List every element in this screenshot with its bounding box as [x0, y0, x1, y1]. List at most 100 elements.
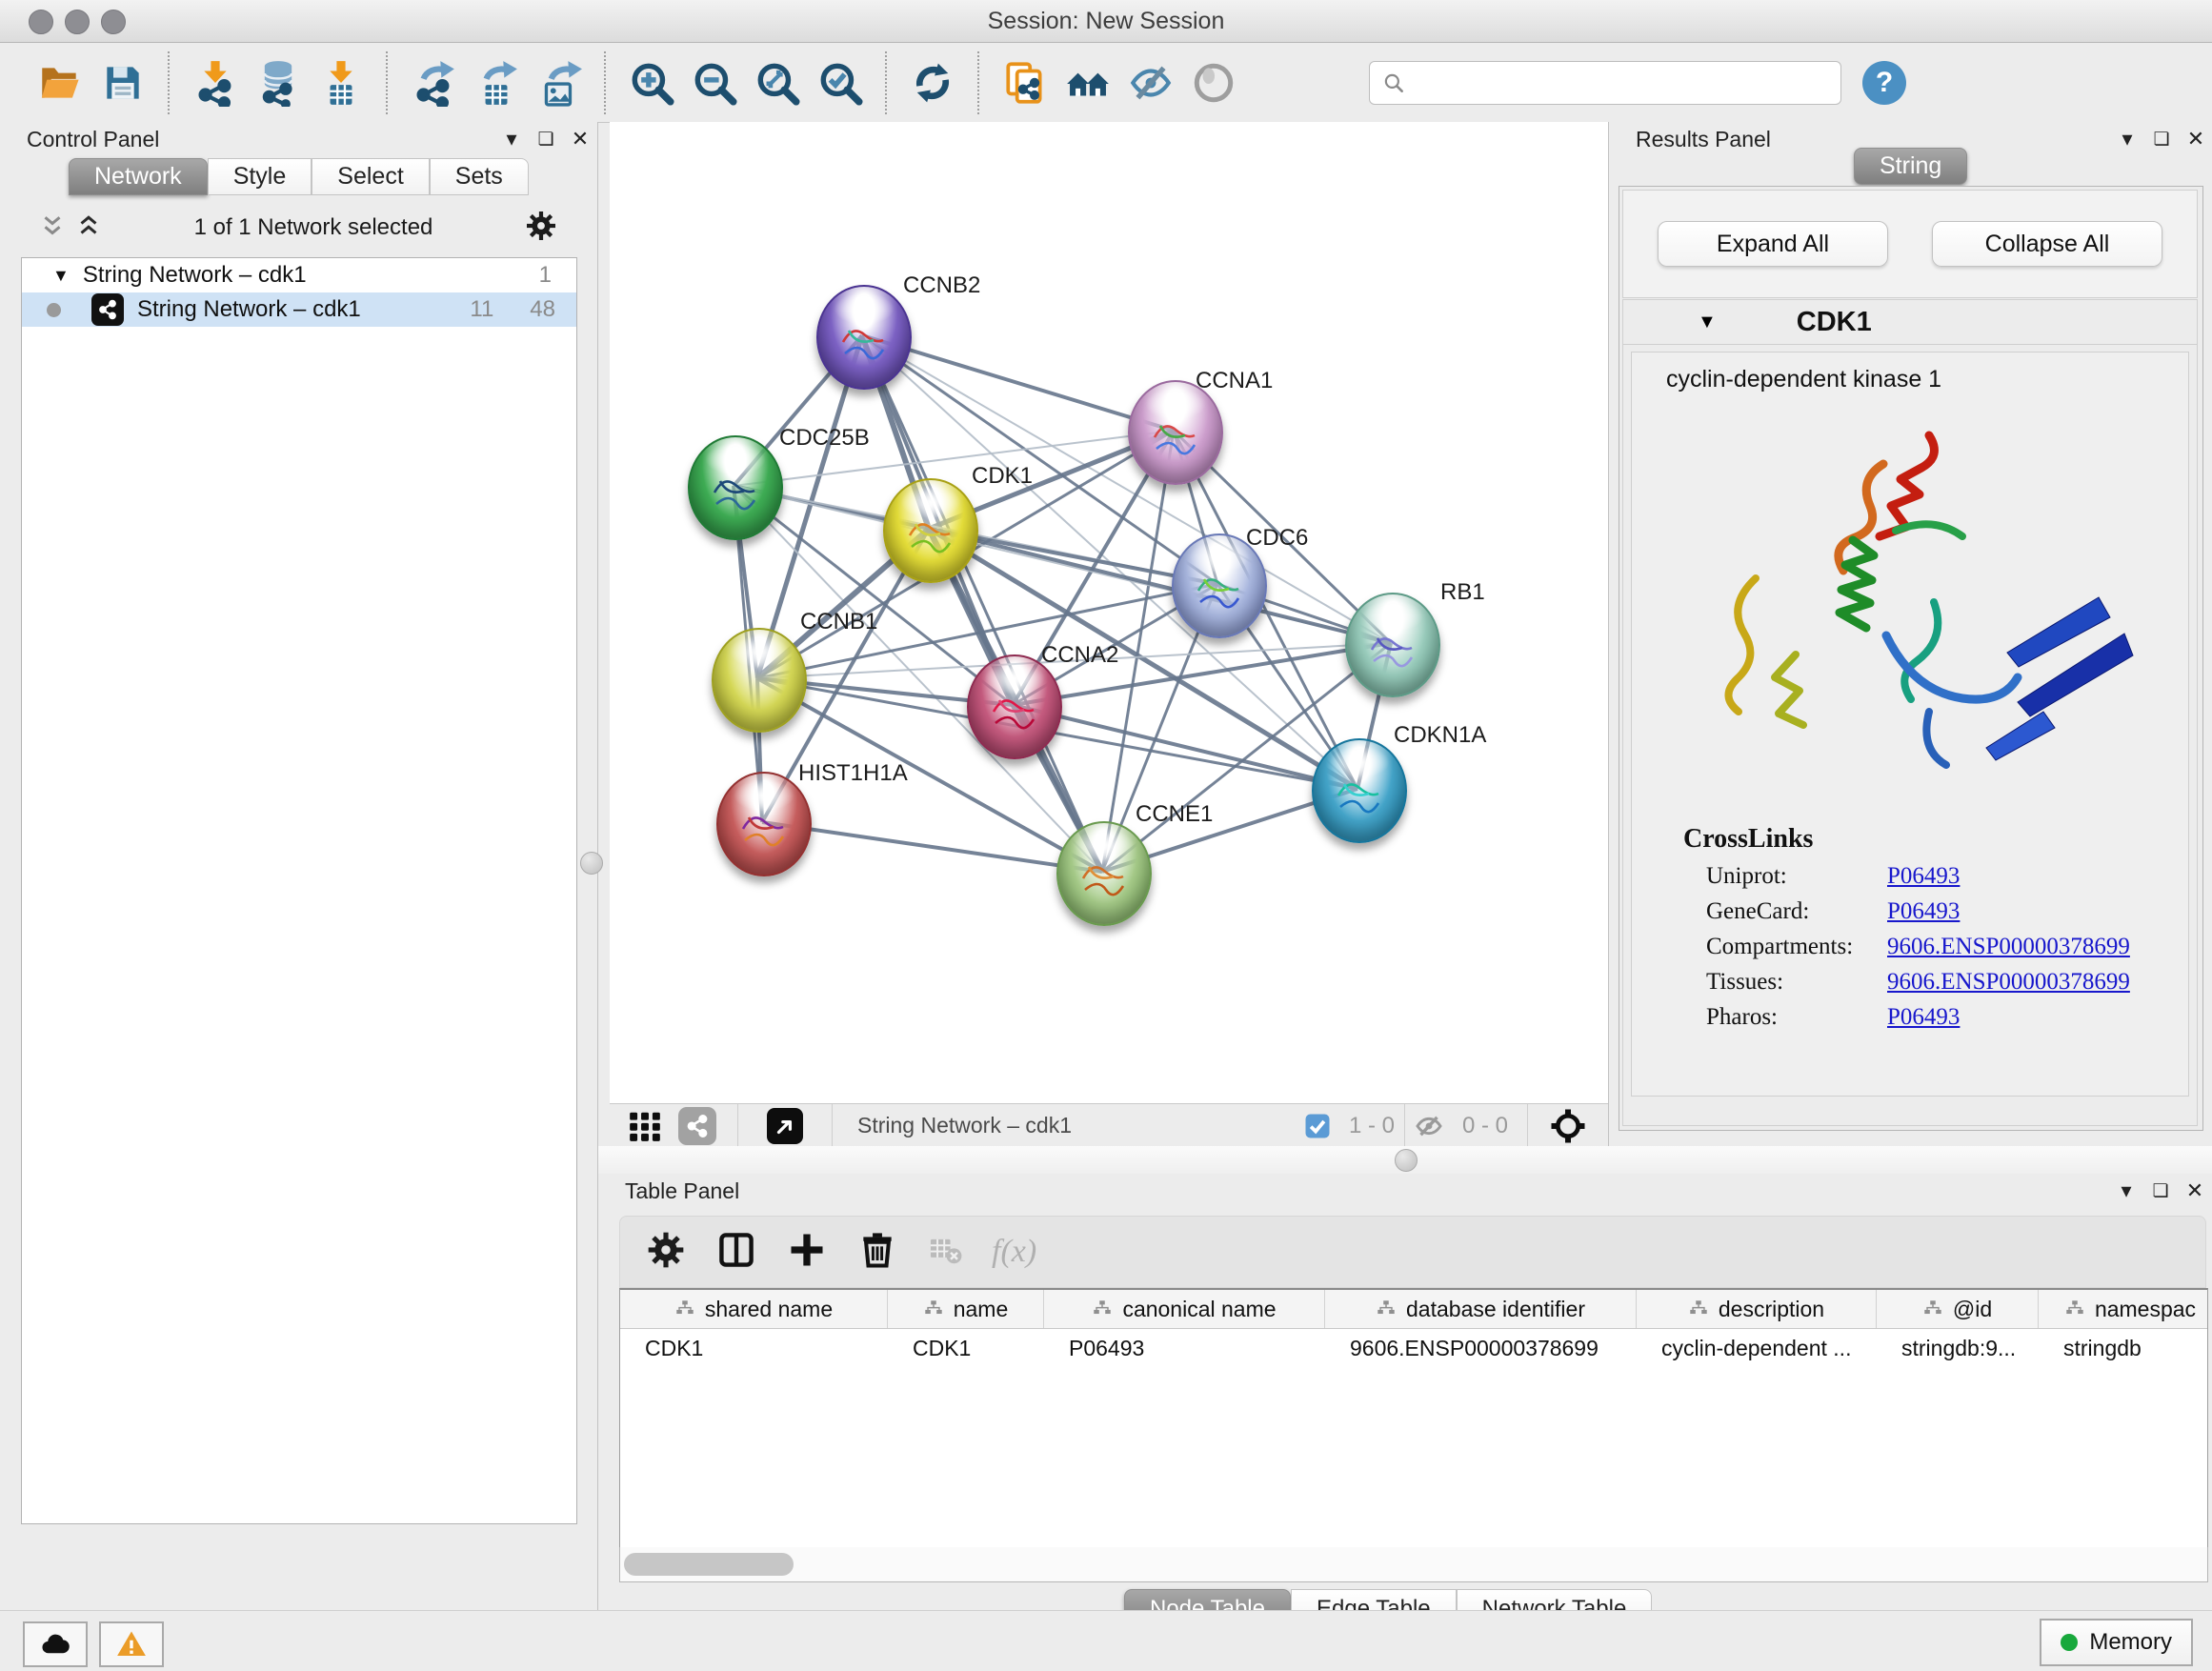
crosslink-link[interactable]: P06493	[1887, 898, 1960, 925]
gene-collapse-icon[interactable]: ▼	[1698, 312, 1717, 333]
gear-icon[interactable]	[524, 209, 558, 248]
network-edge[interactable]	[929, 529, 1391, 643]
column-header-namespac[interactable]: namespac	[2039, 1290, 2208, 1328]
export-image-icon[interactable]	[528, 52, 591, 113]
crosslink-link[interactable]: P06493	[1887, 863, 1960, 890]
network-edge[interactable]	[762, 822, 1102, 872]
zoom-in-icon[interactable]	[620, 52, 683, 113]
save-session-icon[interactable]	[91, 52, 154, 113]
panel-float-icon[interactable]: ❏	[2143, 1177, 2178, 1205]
add-column-icon[interactable]	[786, 1229, 828, 1276]
table-row[interactable]: CDK1CDK1P064939606.ENSP00000378699cyclin…	[620, 1329, 2207, 1367]
memory-button[interactable]: Memory	[2040, 1619, 2193, 1666]
show-columns-icon[interactable]	[715, 1229, 757, 1276]
network-node-ccna1[interactable]	[1128, 380, 1223, 485]
column-header-name[interactable]: name	[888, 1290, 1044, 1328]
network-list: ▼ String Network – cdk1 1 String Network…	[21, 257, 577, 1524]
network-node-cdkn1a[interactable]	[1312, 738, 1407, 843]
tab-string[interactable]: String	[1854, 148, 1967, 185]
column-header-canonical-name[interactable]: canonical name	[1044, 1290, 1325, 1328]
collapse-all-icon[interactable]	[38, 211, 67, 245]
network-node-ccnb2[interactable]	[816, 285, 912, 390]
string-results-container: Expand All Collapse All ▼ CDK1 cyclin-de…	[1619, 186, 2203, 1131]
collection-expand-icon[interactable]: ▼	[52, 266, 70, 286]
zoom-selected-icon[interactable]	[809, 52, 872, 113]
open-session-icon[interactable]	[29, 52, 91, 113]
hide-unhide-icon[interactable]	[1119, 52, 1182, 113]
panel-close-icon[interactable]: ✕	[2179, 125, 2212, 153]
refresh-icon[interactable]	[901, 52, 964, 113]
network-node-rb1[interactable]	[1345, 593, 1440, 697]
control-panel: Control Panel ▾ ❏ ✕ NetworkStyleSelectSe…	[0, 122, 598, 1610]
table-hscrollbar[interactable]	[619, 1547, 2208, 1582]
left-splitter-handle[interactable]	[580, 852, 603, 875]
search-input[interactable]	[1414, 65, 1840, 101]
network-node-ccnb1[interactable]	[712, 628, 807, 733]
hidden-eye-icon[interactable]	[1405, 1104, 1453, 1147]
toolbar-separator	[977, 51, 980, 114]
scrollbar-thumb[interactable]	[624, 1553, 794, 1576]
crosslink-row: Uniprot:P06493	[1706, 863, 2188, 890]
table-gear-icon[interactable]	[645, 1229, 687, 1276]
tab-select[interactable]: Select	[312, 158, 429, 195]
horizontal-splitter-handle[interactable]	[1395, 1149, 1418, 1172]
import-table-icon[interactable]	[310, 52, 372, 113]
network-edge[interactable]	[1013, 705, 1357, 789]
export-table-icon[interactable]	[465, 52, 528, 113]
panel-close-icon[interactable]: ✕	[563, 125, 597, 153]
warning-button[interactable]	[99, 1621, 164, 1667]
render-toggle-icon[interactable]	[1182, 52, 1245, 113]
export-network-icon[interactable]	[402, 52, 465, 113]
delete-column-icon[interactable]	[856, 1229, 898, 1276]
delete-table-icon[interactable]	[927, 1232, 963, 1273]
cloud-button[interactable]	[23, 1621, 88, 1667]
crosslink-link[interactable]: 9606.ENSP00000378699	[1887, 934, 2130, 960]
selected-checkbox-icon[interactable]	[1296, 1104, 1339, 1147]
network-canvas[interactable]: CCNB2CCNA1CDC25BCDK1CDC6RB1CCNB1CCNA2CDK…	[610, 122, 1608, 1103]
table-panel: Table Panel ▾ ❏ ✕ f(x) shared namenameca…	[598, 1174, 2212, 1610]
expand-all-button[interactable]: Expand All	[1658, 221, 1888, 267]
network-node-ccna2[interactable]	[967, 654, 1062, 759]
network-node-hist1h1a[interactable]	[716, 772, 812, 876]
current-network-dot	[47, 303, 61, 317]
network-node-cdk1[interactable]	[883, 478, 978, 583]
crosshair-icon[interactable]	[1541, 1104, 1595, 1147]
function-builder-icon[interactable]: f(x)	[992, 1234, 1036, 1270]
crosslink-link[interactable]: 9606.ENSP00000378699	[1887, 969, 2130, 996]
column-header-database-identifier[interactable]: database identifier	[1325, 1290, 1637, 1328]
panel-float-icon[interactable]: ❏	[529, 125, 563, 153]
column-header-shared-name[interactable]: shared name	[620, 1290, 888, 1328]
import-database-icon[interactable]	[247, 52, 310, 113]
horizontal-splitter[interactable]	[598, 1146, 2212, 1174]
panel-close-icon[interactable]: ✕	[2178, 1177, 2212, 1205]
panel-menu-icon[interactable]: ▾	[494, 125, 529, 153]
help-icon[interactable]: ?	[1862, 61, 1906, 105]
import-network-icon[interactable]	[184, 52, 247, 113]
birdseye-view-icon[interactable]	[759, 1104, 811, 1147]
panel-float-icon[interactable]: ❏	[2144, 125, 2179, 153]
collapse-all-button[interactable]: Collapse All	[1932, 221, 2162, 267]
network-node-ccne1[interactable]	[1056, 821, 1152, 926]
network-row-selected[interactable]: String Network – cdk1 1148	[22, 292, 576, 327]
network-badge-icon[interactable]	[671, 1104, 724, 1147]
new-network-from-selection-icon[interactable]	[994, 52, 1056, 113]
expand-all-icon[interactable]	[74, 211, 103, 245]
toolbar-separator	[885, 51, 888, 114]
crosslink-link[interactable]: P06493	[1887, 1004, 1960, 1031]
tab-network[interactable]: Network	[69, 158, 208, 195]
panel-menu-icon[interactable]: ▾	[2110, 125, 2144, 153]
column-header-description[interactable]: description	[1637, 1290, 1877, 1328]
network-node-cdc25b[interactable]	[688, 435, 783, 540]
grid-view-icon[interactable]	[619, 1104, 671, 1147]
network-edge[interactable]	[862, 335, 1102, 872]
column-header-@id[interactable]: @id	[1877, 1290, 2039, 1328]
panel-menu-icon[interactable]: ▾	[2109, 1177, 2143, 1205]
tab-sets[interactable]: Sets	[430, 158, 529, 195]
home-icon[interactable]	[1056, 52, 1119, 113]
network-list-toolbar: 1 of 1 Network selected	[21, 204, 577, 252]
zoom-out-icon[interactable]	[683, 52, 746, 113]
protein-thumbnail	[735, 798, 793, 859]
zoom-fit-icon[interactable]	[746, 52, 809, 113]
tab-style[interactable]: Style	[208, 158, 312, 195]
network-collection-row[interactable]: ▼ String Network – cdk1 1	[22, 258, 576, 292]
